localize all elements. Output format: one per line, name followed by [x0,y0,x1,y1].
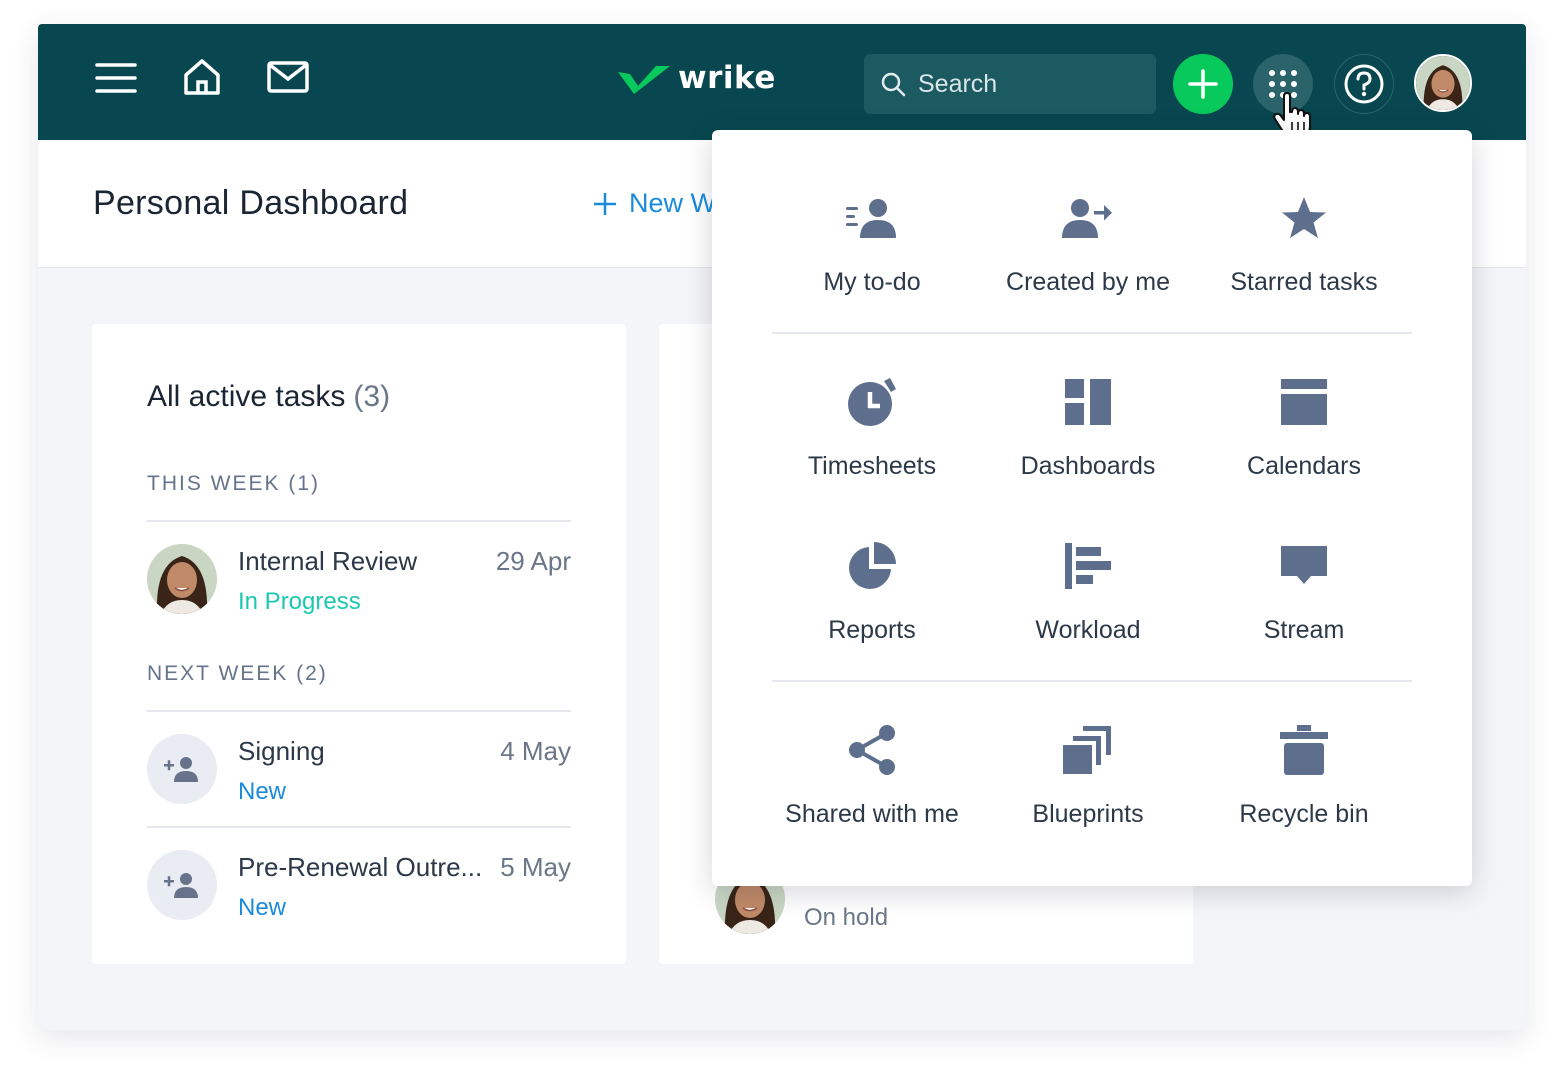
menu-item-label: Starred tasks [1230,268,1378,296]
widget-title-text: All active tasks [147,380,346,413]
apps-dropdown-menu: My to-do Created by me Starred tasks Tim… [712,130,1472,886]
help-button[interactable] [1334,54,1394,114]
plus-icon [1188,69,1218,99]
menu-item-shared-with-me[interactable]: Shared with me [764,722,980,862]
menu-item-label: Recycle bin [1239,800,1369,828]
user-avatar[interactable] [1414,54,1472,112]
menu-item-label: Created by me [1006,268,1170,296]
new-widget-label: New W [629,188,716,218]
top-navigation-bar: wrike Search [38,24,1526,140]
group-label-next-week: NEXT WEEK (2) [147,662,328,685]
group-label-this-week: THIS WEEK (1) [147,472,321,495]
menu-item-calendars[interactable]: Calendars [1196,374,1412,514]
assign-user-icon[interactable] [147,734,217,804]
task-due-date: 5 May [500,852,571,882]
home-icon[interactable] [182,56,222,98]
menu-divider [772,332,1412,334]
pie-chart-icon [847,538,897,594]
menu-item-label: Dashboards [1020,452,1156,480]
menu-item-label: Reports [828,616,916,644]
menu-item-my-todo[interactable]: My to-do [764,190,980,330]
task-status: New [238,894,287,921]
assignee-avatar [147,544,217,614]
stream-icon [1281,538,1327,594]
workload-icon [1065,538,1111,594]
menu-item-label: Shared with me [785,800,959,828]
todo-icon [846,190,898,246]
menu-item-label: Workload [1035,616,1141,644]
divider [147,826,571,828]
new-widget-button[interactable]: New W [593,188,716,219]
task-due-date: 4 May [500,736,571,766]
task-row[interactable]: Pre-Renewal Outre... 5 May New [147,850,571,940]
task-row[interactable]: Signing 4 May New [147,734,571,824]
dashboard-icon [1065,374,1111,430]
task-status: On hold [804,904,889,931]
task-status: New [238,778,287,805]
divider [147,710,571,712]
menu-item-created-by-me[interactable]: Created by me [980,190,1196,330]
menu-item-reports[interactable]: Reports [764,538,980,678]
calendar-icon [1281,374,1327,430]
task-status: In Progress [238,588,361,615]
search-icon [881,72,906,97]
menu-item-label: Timesheets [807,452,937,480]
task-name: Internal Review [238,546,418,576]
menu-item-timesheets[interactable]: Timesheets [764,374,980,514]
star-icon [1281,190,1327,246]
create-button[interactable] [1173,54,1233,114]
mail-icon[interactable] [266,60,310,94]
search-placeholder: Search [918,69,998,98]
help-icon [1344,64,1384,104]
menu-item-recycle-bin[interactable]: Recycle bin [1196,722,1412,862]
search-input[interactable]: Search [864,54,1156,114]
blueprint-icon [1063,722,1113,778]
active-tasks-widget: All active tasks (3) THIS WEEK (1) Intern… [92,324,626,964]
menu-item-label: Blueprints [1032,800,1144,828]
widget-task-count: (3) [353,380,391,413]
created-by-me-icon [1062,190,1114,246]
menu-divider [772,680,1412,682]
menu-icon[interactable] [94,58,138,98]
menu-item-blueprints[interactable]: Blueprints [980,722,1196,862]
plus-icon [594,192,616,215]
task-name: Signing [238,736,325,766]
menu-item-label: Calendars [1247,452,1361,480]
divider [147,520,571,522]
menu-item-starred-tasks[interactable]: Starred tasks [1196,190,1412,330]
task-row[interactable]: Internal Review 29 Apr In Progress [147,544,571,634]
menu-item-stream[interactable]: Stream [1196,538,1412,678]
menu-item-dashboards[interactable]: Dashboards [980,374,1196,514]
assign-user-icon[interactable] [147,850,217,920]
menu-item-label: My to-do [823,268,921,296]
logo-text: wrike [678,60,776,96]
wrike-logo[interactable]: wrike [616,60,776,96]
task-due-date: 29 Apr [495,546,571,576]
widget-title: All active tasks (3) [147,380,390,414]
logo-check-icon [618,66,670,94]
trash-icon [1280,722,1328,778]
page-title: Personal Dashboard [93,184,409,222]
timer-icon [846,374,898,430]
menu-item-workload[interactable]: Workload [980,538,1196,678]
task-name: Pre-Renewal Outre... [238,852,483,882]
menu-item-label: Stream [1263,616,1345,644]
share-icon [848,722,896,778]
